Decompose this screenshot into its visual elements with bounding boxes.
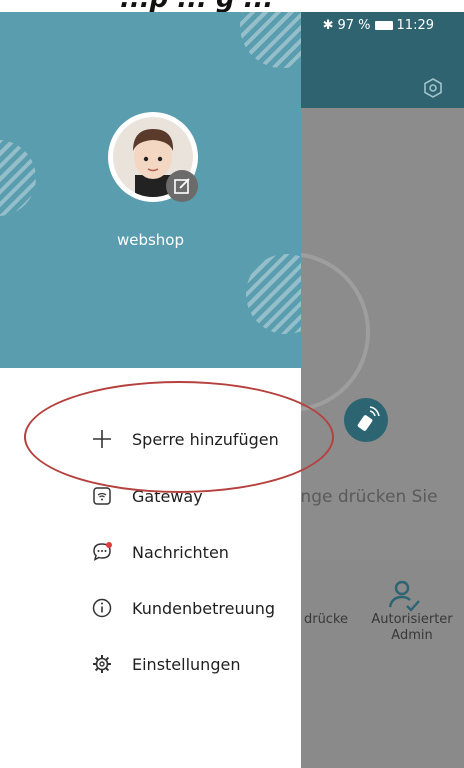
decor-circle [240,12,301,68]
bg-item-label-0: drücke [303,612,349,627]
username: webshop [116,231,185,249]
battery-icon [374,21,393,30]
admin-user-icon[interactable] [385,577,425,617]
battery-text: 97 % [337,18,371,33]
decor-circle [246,254,301,334]
caption-text: ...p ... g ... [120,0,273,12]
menu-item-support[interactable]: Kundenbetreuung [92,590,301,626]
decor-circle [0,140,36,216]
menu-item-messages[interactable]: Nachrichten [93,534,301,570]
clock: 11:29 [396,18,434,33]
menu-label: Einstellungen [132,654,241,674]
edit-avatar-icon[interactable] [166,170,198,202]
status-right: ✱ 97 % 11:29 [323,18,434,33]
menu-label: Kundenbetreuung [132,598,276,618]
info-icon [90,596,114,620]
gear-icon [90,652,114,676]
gateway-icon [90,484,114,508]
caption-strip: ...p ... g ... [0,0,464,12]
drawer-header: webshop [0,12,301,368]
highlight-oval [24,381,334,493]
settings-hex-icon[interactable] [422,77,444,99]
bg-item-label-1: Autorisierter Admin [371,612,453,643]
background-hint-text: ange drücken Sie [290,487,438,507]
menu-label: Nachrichten [132,542,229,562]
menu-item-settings[interactable]: Einstellungen [93,646,301,682]
chat-icon [90,540,114,564]
bluetooth-icon: ✱ [322,18,334,33]
remote-icon[interactable] [344,398,388,442]
